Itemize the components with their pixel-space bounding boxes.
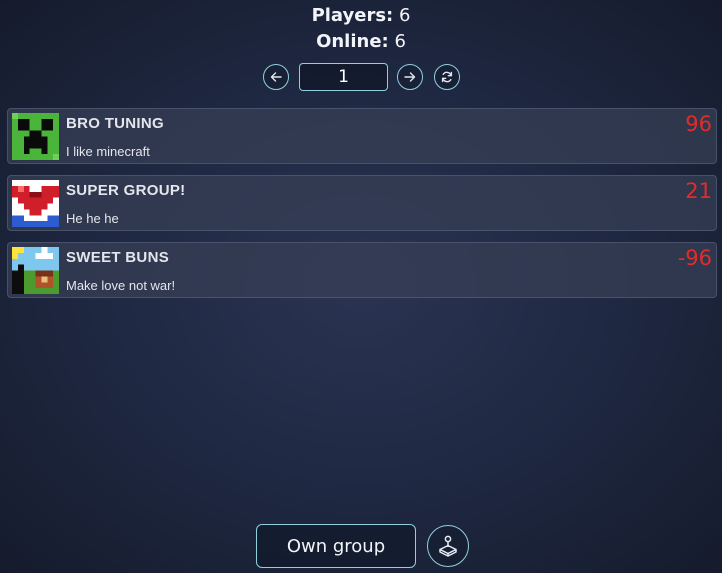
creeper-face-icon — [12, 113, 59, 160]
group-score: 96 — [685, 112, 712, 136]
own-group-button[interactable]: Own group — [256, 524, 416, 568]
group-description: He he he — [66, 211, 119, 226]
online-label: Online: — [316, 31, 389, 52]
group-description: I like minecraft — [66, 144, 150, 159]
group-row[interactable]: SWEET BUNS Make love not war! -96 — [7, 242, 717, 298]
next-page-button[interactable] — [397, 64, 423, 90]
page-number-input[interactable] — [299, 63, 388, 91]
arrow-right-icon — [404, 72, 416, 82]
group-name: SUPER GROUP! — [66, 182, 186, 199]
joystick-icon — [439, 535, 457, 557]
online-count: 6 — [394, 31, 406, 52]
group-row[interactable]: SUPER GROUP! He he he 21 — [7, 175, 717, 231]
refresh-icon — [441, 71, 453, 83]
online-count-stat: Online: 6 — [0, 31, 722, 52]
own-group-label: Own group — [286, 535, 386, 557]
pixel-heart-icon — [12, 180, 59, 227]
group-name: SWEET BUNS — [66, 249, 170, 266]
players-label: Players: — [311, 5, 394, 26]
players-count: 6 — [398, 5, 411, 26]
group-row[interactable]: BRO TUNING I like minecraft 96 — [7, 108, 717, 164]
group-name: BRO TUNING — [66, 115, 164, 132]
refresh-button[interactable] — [434, 64, 460, 90]
arrow-left-icon — [270, 72, 282, 82]
pagination — [0, 63, 722, 91]
prev-page-button[interactable] — [263, 64, 289, 90]
group-score: 21 — [685, 179, 712, 203]
group-score: -96 — [677, 246, 712, 270]
players-count-stat: Players: 6 — [0, 5, 722, 26]
group-description: Make love not war! — [66, 278, 176, 293]
pixel-landscape-icon — [12, 247, 59, 294]
joystick-button[interactable] — [427, 525, 469, 567]
